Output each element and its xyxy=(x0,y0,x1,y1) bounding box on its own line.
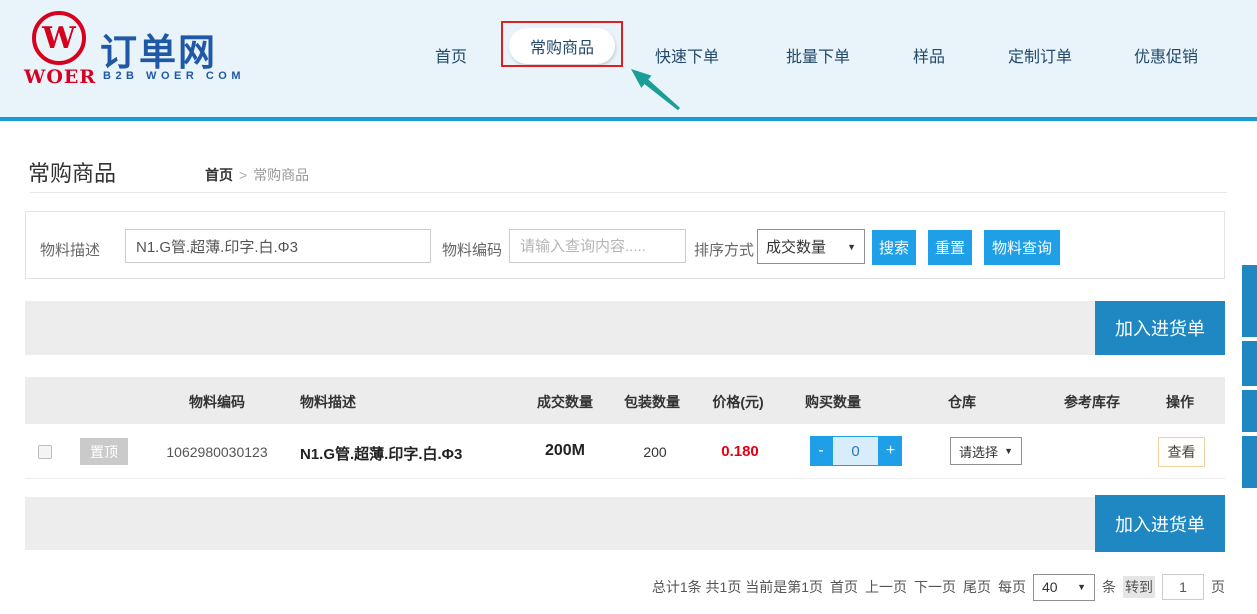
goto-unit: 页 xyxy=(1211,577,1225,597)
col-header-price: 价格(元) xyxy=(712,392,763,412)
qty-input[interactable] xyxy=(832,436,879,466)
sort-select[interactable]: 成交数量 ▼ xyxy=(757,229,865,264)
breadcrumb-home[interactable]: 首页 xyxy=(205,167,233,183)
add-to-cart-button-bottom[interactable]: 加入进货单 xyxy=(1095,495,1225,552)
toolbar-bar xyxy=(25,301,1225,355)
col-header-pack-qty: 包装数量 xyxy=(624,392,680,412)
woer-logo-icon[interactable]: W xyxy=(32,11,86,65)
breadcrumb: 首页 > 常购商品 xyxy=(205,165,309,185)
logo-monogram: W xyxy=(42,21,76,56)
chevron-down-icon: ▼ xyxy=(1004,446,1013,456)
cell-deal-qty: 200M xyxy=(545,442,585,460)
row-checkbox[interactable] xyxy=(38,445,52,459)
per-page-unit: 条 xyxy=(1102,577,1116,597)
side-tab-segment[interactable] xyxy=(1242,265,1257,337)
nav-item-home[interactable]: 首页 xyxy=(435,43,467,67)
pagination-last[interactable]: 尾页 xyxy=(963,577,991,597)
footer-toolbar-bar xyxy=(25,497,1225,550)
cell-price: 0.180 xyxy=(721,443,759,460)
site-tagline: B2B WOER COM xyxy=(103,70,245,82)
col-header-buy-qty: 购买数量 xyxy=(805,392,861,412)
qty-decrease-button[interactable]: - xyxy=(810,436,832,466)
pagination-next[interactable]: 下一页 xyxy=(914,577,956,597)
sort-select-value: 成交数量 xyxy=(766,236,826,257)
add-to-cart-button-top[interactable]: 加入进货单 xyxy=(1095,301,1225,355)
breadcrumb-current: 常购商品 xyxy=(253,167,309,183)
logo-brand-text: WOER xyxy=(24,66,94,88)
col-header-material-code: 物料编码 xyxy=(189,392,245,412)
site-name: 订单网 xyxy=(100,22,217,76)
side-tab-segment[interactable] xyxy=(1242,341,1257,386)
pin-to-top-button[interactable]: 置顶 xyxy=(80,438,128,465)
col-header-actions: 操作 xyxy=(1166,392,1194,412)
page-title: 常购商品 xyxy=(28,156,116,188)
material-code-input[interactable] xyxy=(509,229,686,263)
goto-label: 转到 xyxy=(1123,576,1155,598)
material-desc-label: 物料描述 xyxy=(40,239,100,260)
annotation-arrow-icon xyxy=(600,58,700,118)
col-header-material-desc: 物料描述 xyxy=(300,392,356,412)
per-page-select[interactable]: 40 ▼ xyxy=(1033,574,1095,601)
qty-increase-button[interactable]: + xyxy=(879,436,902,466)
per-page-label: 每页 xyxy=(998,577,1026,597)
material-desc-input[interactable] xyxy=(125,229,431,263)
sort-label: 排序方式 xyxy=(694,239,754,260)
col-header-deal-qty: 成交数量 xyxy=(537,392,593,412)
warehouse-select[interactable]: 请选择 ▼ xyxy=(950,437,1022,465)
warehouse-select-value: 请选择 xyxy=(959,442,998,461)
pagination-prev[interactable]: 上一页 xyxy=(865,577,907,597)
pagination: 总计1条 共1页 当前是第1页 首页 上一页 下一页 尾页 每页 40 ▼ 条 … xyxy=(600,572,1225,602)
goto-page-input[interactable] xyxy=(1162,574,1204,600)
title-divider xyxy=(30,192,1227,193)
side-tab-segment[interactable] xyxy=(1242,390,1257,432)
nav-item-custom-order[interactable]: 定制订单 xyxy=(1008,43,1072,67)
chevron-down-icon: ▼ xyxy=(1077,582,1086,592)
side-tab-segment[interactable] xyxy=(1242,436,1257,488)
pagination-summary: 总计1条 共1页 当前是第1页 xyxy=(652,577,823,597)
page: W WOER 订单网 B2B WOER COM 首页 常购商品 快速下单 批量下… xyxy=(0,0,1257,614)
chevron-down-icon: ▼ xyxy=(847,242,856,252)
col-header-ref-stock: 参考库存 xyxy=(1064,392,1120,412)
material-code-label: 物料编码 xyxy=(442,239,502,260)
search-button[interactable]: 搜索 xyxy=(872,230,916,265)
nav-item-samples[interactable]: 样品 xyxy=(913,43,945,67)
col-header-warehouse: 仓库 xyxy=(948,392,976,412)
cell-material-desc: N1.G管.超薄.印字.白.Φ3 xyxy=(300,443,462,464)
material-query-button[interactable]: 物料查询 xyxy=(984,230,1060,265)
nav-item-bulk-order[interactable]: 批量下单 xyxy=(786,43,850,67)
reset-button[interactable]: 重置 xyxy=(928,230,972,265)
breadcrumb-separator-icon: > xyxy=(239,167,247,183)
per-page-value: 40 xyxy=(1042,579,1058,595)
pagination-first[interactable]: 首页 xyxy=(830,577,858,597)
cell-pack-qty: 200 xyxy=(643,444,666,460)
cell-material-code: 1062980030123 xyxy=(166,444,267,460)
nav-item-promotions[interactable]: 优惠促销 xyxy=(1134,43,1198,67)
view-button[interactable]: 查看 xyxy=(1158,437,1205,467)
